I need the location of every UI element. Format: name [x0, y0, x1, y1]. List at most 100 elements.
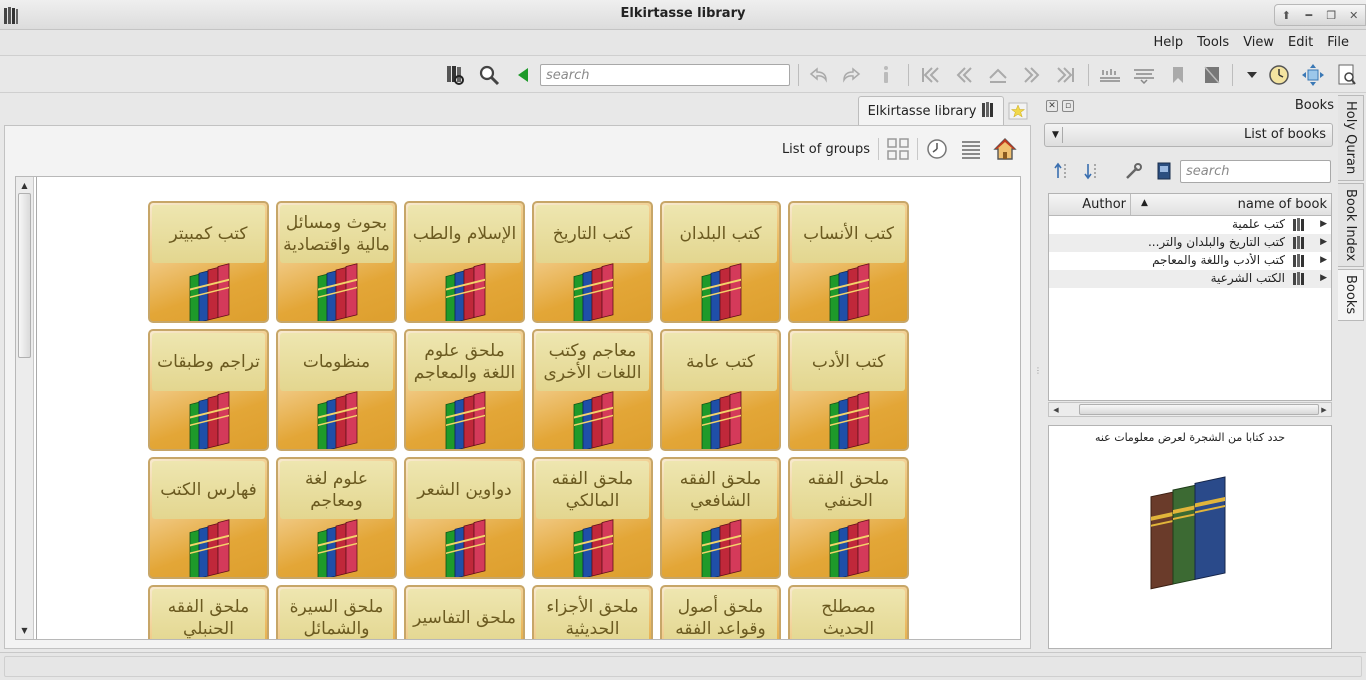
next-page-icon[interactable] — [1020, 63, 1044, 87]
grid-view-icon[interactable] — [881, 134, 915, 164]
group-tile[interactable]: ملحق علوم اللغة والمعاجم — [404, 329, 525, 451]
expand-arrow-icon[interactable]: ▶ — [1320, 219, 1327, 229]
prev-page-icon[interactable] — [952, 63, 976, 87]
group-tile[interactable]: منظومات — [276, 329, 397, 451]
scroll-left-icon[interactable]: ◀ — [1050, 404, 1062, 416]
group-tile-label: دواوين الشعر — [408, 461, 521, 519]
tab-elkirtasse-library[interactable]: Elkirtasse library — [858, 96, 1004, 126]
group-tile-label: معاجم وكتب اللغات الأخرى — [536, 333, 649, 391]
up-page-icon[interactable] — [986, 63, 1010, 87]
book-cover-icon[interactable] — [1152, 159, 1176, 183]
tree-item[interactable]: ▶ كتب الأدب واللغة والمعاجم — [1049, 252, 1331, 270]
group-tile[interactable]: كتب الأدب — [788, 329, 909, 451]
column-book-name[interactable]: name of book — [1238, 194, 1327, 215]
group-tile[interactable]: كتب عامة — [660, 329, 781, 451]
scrollbar-thumb[interactable] — [1079, 404, 1319, 415]
group-tile[interactable]: ملحق السيرة والشمائل — [276, 585, 397, 639]
group-tile[interactable]: كتب كمبيتر — [148, 201, 269, 323]
tree-item[interactable]: ▶ الكتب الشرعية — [1049, 270, 1331, 288]
info-icon[interactable] — [874, 63, 898, 87]
groups-grid-viewport[interactable]: ▲ ▼ كتب الأنساب كتب البلدان كتب التاريخ الإ… — [15, 176, 1021, 640]
group-tile[interactable]: ملحق الفقه المالكي — [532, 457, 653, 579]
group-tile[interactable]: كتب التاريخ — [532, 201, 653, 323]
menu-file[interactable]: File — [1320, 34, 1356, 52]
sort-down-icon[interactable] — [1080, 159, 1104, 183]
sort-up-icon[interactable] — [1050, 159, 1074, 183]
group-tile[interactable]: مصطلح الحديث — [788, 585, 909, 639]
column-author[interactable]: Author — [1049, 194, 1131, 215]
group-tile[interactable]: كتب الأنساب — [788, 201, 909, 323]
list-view-icon[interactable] — [954, 134, 988, 164]
preview-icon[interactable] — [1335, 63, 1359, 87]
menu-edit[interactable]: Edit — [1281, 34, 1320, 52]
books-tree[interactable]: Author ▲ name of book ▶ كتب علمية ▶ كتب … — [1048, 193, 1332, 401]
group-tile[interactable]: الإسلام والطب — [404, 201, 525, 323]
group-tile[interactable]: معاجم وكتب اللغات الأخرى — [532, 329, 653, 451]
group-tile-label: بحوث ومسائل مالية واقتصادية — [280, 205, 393, 263]
group-tile[interactable]: بحوث ومسائل مالية واقتصادية — [276, 201, 397, 323]
dropdown-arrow-icon[interactable] — [1240, 63, 1264, 87]
text-format-icon[interactable] — [1132, 63, 1156, 87]
group-tile[interactable]: ملحق الفقه الحنبلي — [148, 585, 269, 639]
group-tile-label: الإسلام والطب — [408, 205, 521, 263]
expand-arrow-icon[interactable]: ▶ — [1320, 237, 1327, 247]
dock-close-icon[interactable]: ✕ — [1046, 100, 1058, 112]
dock-float-icon[interactable]: ▫ — [1062, 100, 1074, 112]
group-tile[interactable]: ملحق الأجزاء الحديثية — [532, 585, 653, 639]
splitter-handle[interactable]: ⋮ — [1034, 366, 1042, 375]
first-page-icon[interactable] — [918, 63, 942, 87]
bookmark-icon[interactable] — [1166, 63, 1190, 87]
zoom-icon[interactable] — [477, 63, 501, 87]
group-tile[interactable]: ملحق الفقه الشافعي — [660, 457, 781, 579]
tab-book-index[interactable]: Book Index — [1338, 183, 1364, 267]
tree-item[interactable]: ▶ كتب علمية — [1049, 216, 1331, 234]
shade-up-icon[interactable]: ⬆ — [1278, 7, 1294, 23]
group-tile[interactable]: فهارس الكتب — [148, 457, 269, 579]
redo-icon[interactable] — [840, 63, 864, 87]
scroll-up-icon[interactable]: ▲ — [18, 179, 31, 192]
recent-clock-icon[interactable] — [920, 134, 954, 164]
history-clock-icon[interactable] — [1267, 63, 1291, 87]
group-tile[interactable]: ملحق التفاسير — [404, 585, 525, 639]
group-tile[interactable]: ملحق أصول وقواعد الفقه — [660, 585, 781, 639]
group-tile[interactable]: تراجم وطبقات — [148, 329, 269, 451]
menu-tools[interactable]: Tools — [1190, 34, 1236, 52]
group-tile-label: ملحق الفقه الشافعي — [664, 461, 777, 519]
tab-books[interactable]: Books — [1338, 269, 1364, 321]
home-icon[interactable] — [988, 134, 1022, 164]
book-list-select[interactable]: ▼ List of books — [1044, 123, 1333, 147]
group-tile[interactable]: ملحق الفقه الحنفي — [788, 457, 909, 579]
group-tile[interactable]: علوم لغة ومعاجم — [276, 457, 397, 579]
new-tab-star-icon[interactable] — [1008, 102, 1028, 120]
close-icon[interactable]: ✕ — [1346, 7, 1362, 23]
vertical-scrollbar[interactable]: ▲ ▼ — [16, 177, 34, 639]
back-green-icon[interactable] — [511, 63, 535, 87]
menu-view[interactable]: View — [1236, 34, 1281, 52]
separator — [917, 138, 918, 160]
tree-item[interactable]: ▶ كتب التاريخ والبلدان والتر... — [1049, 234, 1331, 252]
restore-icon[interactable]: ❐ — [1323, 7, 1339, 23]
books-stack-icon — [572, 519, 616, 577]
last-page-icon[interactable] — [1054, 63, 1078, 87]
page-icon[interactable] — [1200, 63, 1224, 87]
expand-arrow-icon[interactable]: ▶ — [1320, 255, 1327, 265]
minimize-icon[interactable]: ━ — [1301, 7, 1317, 23]
horizontal-scrollbar[interactable]: ◀ ▶ — [1048, 402, 1332, 417]
tools-icon[interactable] — [1122, 159, 1146, 183]
scrollbar-thumb[interactable] — [18, 193, 31, 358]
undo-icon[interactable] — [806, 63, 830, 87]
scroll-down-icon[interactable]: ▼ — [18, 624, 31, 637]
group-tile[interactable]: كتب البلدان — [660, 201, 781, 323]
group-tile[interactable]: دواوين الشعر — [404, 457, 525, 579]
book-search-input[interactable] — [1180, 160, 1331, 183]
books-icon — [982, 101, 994, 122]
library-icon[interactable] — [443, 63, 467, 87]
search-input[interactable] — [540, 64, 790, 86]
menu-help[interactable]: Help — [1147, 34, 1191, 52]
text-lines-icon[interactable] — [1098, 63, 1122, 87]
expand-arrow-icon[interactable]: ▶ — [1320, 273, 1327, 283]
tab-holy-quran[interactable]: Holy Quran — [1338, 95, 1364, 181]
scroll-right-icon[interactable]: ▶ — [1318, 404, 1330, 416]
book-group-icon — [1293, 218, 1305, 235]
fit-window-icon[interactable] — [1301, 63, 1325, 87]
